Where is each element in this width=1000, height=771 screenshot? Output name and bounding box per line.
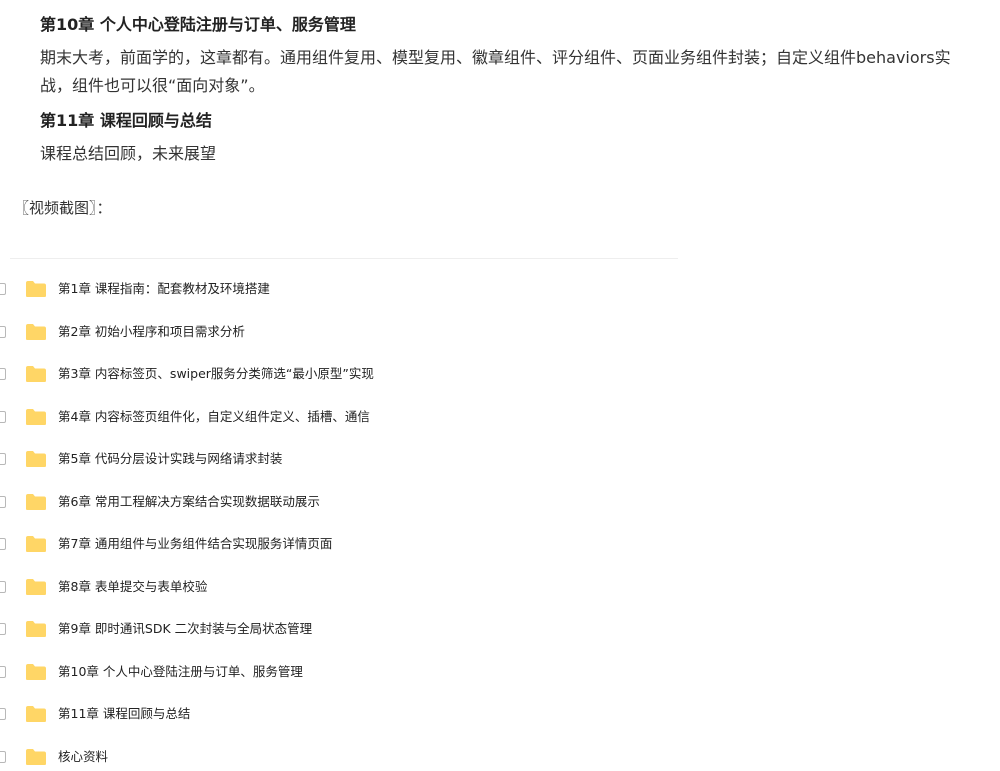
folder-name: 第1章 课程指南：配套教材及环境搭建: [58, 281, 270, 297]
folder-icon: [26, 663, 46, 680]
explorer-divider: [10, 258, 678, 259]
section-desc-ch11: 课程总结回顾，未来展望: [40, 144, 217, 163]
file-explorer-screenshot: 第1章 课程指南：配套教材及环境搭建 第2章 初始小程序和项目需求分析 第3章 …: [0, 258, 690, 771]
row-checkbox[interactable]: [0, 665, 6, 678]
folder-name: 第2章 初始小程序和项目需求分析: [58, 323, 245, 339]
folder-row-9[interactable]: 第9章 即时通讯SDK 二次封装与全局状态管理: [0, 608, 680, 651]
folder-icon: [26, 408, 46, 425]
row-checkbox[interactable]: [0, 623, 6, 636]
folder-row-2[interactable]: 第2章 初始小程序和项目需求分析: [0, 311, 680, 354]
folder-icon: [26, 578, 46, 595]
folder-row-5[interactable]: 第5章 代码分层设计实践与网络请求封装: [0, 438, 680, 481]
folder-name: 第5章 代码分层设计实践与网络请求封装: [58, 451, 283, 467]
folder-row-3[interactable]: 第3章 内容标签页、swiper服务分类筛选“最小原型”实现: [0, 353, 680, 396]
folder-row-7[interactable]: 第7章 通用组件与业务组件结合实现服务详情页面: [0, 523, 680, 566]
article-body: 第10章 个人中心登陆注册与订单、服务管理 期末大考，前面学的，这章都有。通用组…: [40, 12, 980, 176]
folder-icon: [26, 706, 46, 723]
row-checkbox[interactable]: [0, 580, 6, 593]
screenshot-label: 〖视频截图〗：: [14, 199, 112, 217]
row-checkbox[interactable]: [0, 750, 6, 763]
section-desc-ch10: 期末大考，前面学的，这章都有。通用组件复用、模型复用、徽章组件、评分组件、页面业…: [40, 48, 951, 95]
folder-name: 第7章 通用组件与业务组件结合实现服务详情页面: [58, 536, 333, 552]
folder-icon: [26, 493, 46, 510]
folder-name: 第9章 即时通讯SDK 二次封装与全局状态管理: [58, 621, 313, 637]
folder-icon: [26, 621, 46, 638]
row-checkbox[interactable]: [0, 453, 6, 466]
row-checkbox[interactable]: [0, 325, 6, 338]
row-checkbox[interactable]: [0, 495, 6, 508]
folder-row-10[interactable]: 第10章 个人中心登陆注册与订单、服务管理: [0, 651, 680, 694]
folder-row-12[interactable]: 核心资料: [0, 736, 680, 771]
folder-list: 第1章 课程指南：配套教材及环境搭建 第2章 初始小程序和项目需求分析 第3章 …: [0, 268, 680, 771]
section-title-ch10: 第10章 个人中心登陆注册与订单、服务管理: [40, 15, 356, 34]
folder-icon: [26, 366, 46, 383]
folder-icon: [26, 451, 46, 468]
folder-row-4[interactable]: 第4章 内容标签页组件化，自定义组件定义、插槽、通信: [0, 396, 680, 439]
page: 第10章 个人中心登陆注册与订单、服务管理 期末大考，前面学的，这章都有。通用组…: [0, 0, 1000, 771]
folder-name: 第4章 内容标签页组件化，自定义组件定义、插槽、通信: [58, 408, 370, 424]
folder-row-1[interactable]: 第1章 课程指南：配套教材及环境搭建: [0, 268, 680, 311]
folder-name: 第8章 表单提交与表单校验: [58, 578, 208, 594]
section-title-ch11: 第11章 课程回顾与总结: [40, 111, 212, 130]
row-checkbox[interactable]: [0, 708, 6, 721]
folder-name: 第10章 个人中心登陆注册与订单、服务管理: [58, 663, 303, 679]
folder-row-11[interactable]: 第11章 课程回顾与总结: [0, 693, 680, 736]
folder-icon: [26, 536, 46, 553]
folder-icon: [26, 748, 46, 765]
row-checkbox[interactable]: [0, 410, 6, 423]
row-checkbox[interactable]: [0, 368, 6, 381]
folder-name: 第6章 常用工程解决方案结合实现数据联动展示: [58, 493, 320, 509]
folder-row-8[interactable]: 第8章 表单提交与表单校验: [0, 566, 680, 609]
folder-icon: [26, 281, 46, 298]
folder-name: 第11章 课程回顾与总结: [58, 706, 191, 722]
row-checkbox[interactable]: [0, 283, 6, 296]
folder-row-6[interactable]: 第6章 常用工程解决方案结合实现数据联动展示: [0, 481, 680, 524]
folder-name: 第3章 内容标签页、swiper服务分类筛选“最小原型”实现: [58, 366, 374, 382]
folder-icon: [26, 323, 46, 340]
row-checkbox[interactable]: [0, 538, 6, 551]
folder-name: 核心资料: [58, 748, 109, 764]
